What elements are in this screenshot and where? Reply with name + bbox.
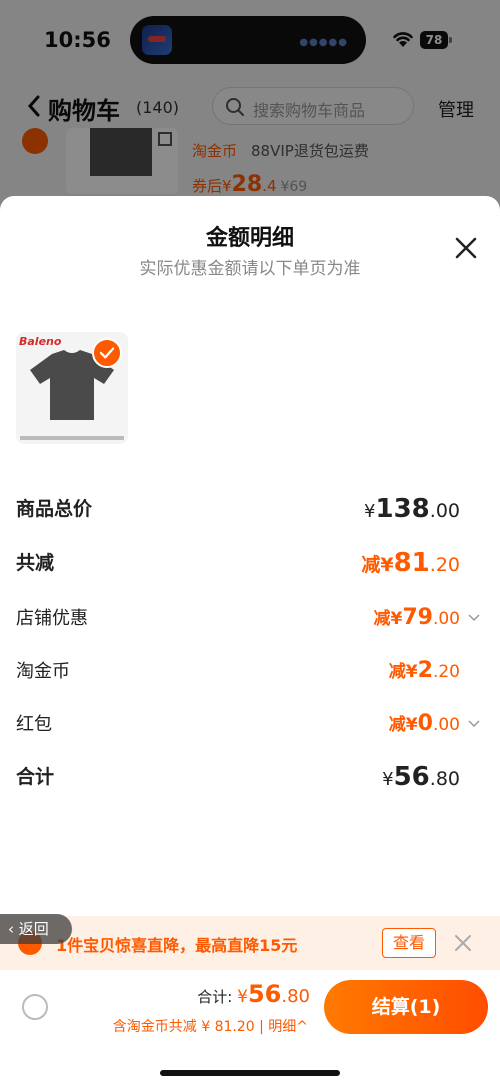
- shop-discount-row[interactable]: 店铺优惠 减¥79.00: [16, 604, 484, 636]
- checkmark-icon: [92, 338, 122, 368]
- taojinbi-label: 淘金币: [16, 661, 70, 682]
- select-all-checkbox[interactable]: [22, 994, 48, 1020]
- total-reduce-value: 减¥81.20: [361, 548, 460, 578]
- shop-discount-value: 减¥79.00: [373, 605, 460, 630]
- chevron-down-icon: [468, 720, 480, 728]
- checkout-button[interactable]: 结算(1): [324, 980, 488, 1034]
- sheet-subtitle: 实际优惠金额请以下单页为准: [139, 259, 361, 279]
- close-icon[interactable]: [454, 934, 472, 952]
- goods-total-label: 商品总价: [16, 498, 93, 520]
- promo-text: 1件宝贝惊喜直降，最高直降15元: [56, 936, 298, 955]
- close-icon[interactable]: [454, 236, 478, 260]
- sum-label: 合计: [16, 766, 55, 788]
- return-label: 返回: [18, 920, 49, 938]
- chevron-down-icon: [468, 614, 480, 622]
- red-packet-row[interactable]: 红包 减¥0.00: [16, 710, 484, 742]
- sum-value: ¥56.80: [382, 762, 460, 792]
- sheet-title: 金额明细: [205, 226, 294, 251]
- total-price: 合计: ¥56.80: [197, 980, 310, 1008]
- taojinbi-value: 减¥2.20: [388, 658, 460, 683]
- taojinbi-row: 淘金币 减¥2.20: [16, 657, 484, 689]
- home-indicator: [160, 1070, 340, 1076]
- red-packet-value: 减¥0.00: [388, 711, 460, 736]
- brand-logo: Baleno: [19, 335, 62, 348]
- total-reduce-label: 共减: [16, 552, 55, 574]
- thumbnail-caption: [20, 436, 124, 440]
- goods-total-row: 商品总价 ¥138.00: [16, 494, 484, 526]
- promo-banner: 1件宝贝惊喜直降，最高直降15元 查看: [0, 916, 500, 970]
- return-button[interactable]: ‹ 返回: [0, 914, 72, 944]
- promo-view-button[interactable]: 查看: [382, 928, 436, 958]
- sum-row: 合计 ¥56.80: [16, 762, 484, 794]
- goods-total-value: ¥138.00: [364, 494, 460, 524]
- saving-detail-link[interactable]: 含淘金币共减 ¥ 81.20 | 明细^: [113, 1016, 308, 1036]
- checkout-bar: 合计: ¥56.80 含淘金币共减 ¥ 81.20 | 明细^ 结算(1): [0, 970, 500, 1087]
- shop-discount-label: 店铺优惠: [16, 608, 88, 629]
- red-packet-label: 红包: [16, 714, 52, 735]
- total-reduce-row: 共减 减¥81.20: [16, 548, 484, 580]
